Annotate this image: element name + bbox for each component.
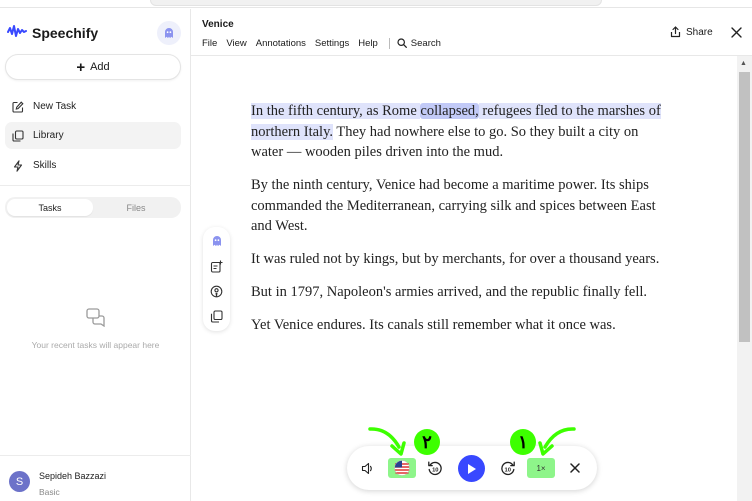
scroll-up-arrow-icon[interactable]: ▲ (740, 60, 747, 67)
empty-state-text: Your recent tasks will appear here (31, 340, 160, 350)
divider (0, 455, 191, 456)
skip-forward-amount: 10 (504, 468, 510, 474)
search-label: Search (410, 37, 441, 49)
rewind-10-icon: 10 (428, 461, 442, 476)
sidebar-item-skills[interactable]: Skills (5, 152, 181, 179)
paragraph[interactable]: It was ruled not by kings, but by mercha… (251, 249, 671, 270)
menu-view[interactable]: View (226, 38, 246, 49)
sidebar-item-label: Skills (33, 160, 57, 171)
menu-bar: File View Annotations Settings Help Sear… (202, 36, 441, 50)
address-bar-edge (150, 0, 602, 6)
share-icon (670, 26, 681, 38)
forward-10-icon: 10 (501, 461, 515, 476)
sidebar-item-library[interactable]: Library (5, 122, 181, 149)
play-button[interactable] (458, 455, 485, 482)
divider (0, 185, 191, 186)
library-icon (12, 129, 24, 142)
document-content: In the fifth century, as Rome collapsed,… (251, 101, 671, 348)
share-label: Share (686, 26, 713, 38)
share-button[interactable]: Share (670, 26, 713, 38)
add-button-label: Add (90, 61, 110, 73)
assistant-ghost-button[interactable] (157, 21, 181, 45)
annotation-arrow-speed (532, 424, 578, 465)
current-word-highlight: collapsed, (420, 103, 479, 119)
sidebar: Speechify + Add New Task Library Skills … (0, 9, 191, 501)
menu-annotations[interactable]: Annotations (256, 38, 306, 49)
paragraph[interactable]: Yet Venice endures. Its canals still rem… (251, 315, 671, 336)
add-note-tool[interactable] (209, 259, 224, 274)
highlighted-sentence-start: In the fifth century, as Rome (251, 103, 417, 119)
bolt-icon (13, 159, 23, 172)
search-button[interactable]: Search (397, 38, 441, 49)
ghost-icon (212, 235, 221, 246)
scrollbar-thumb[interactable] (739, 72, 750, 342)
sidebar-item-new-task[interactable]: New Task (5, 93, 181, 120)
document-title[interactable]: Venice (202, 19, 234, 30)
sidebar-item-label: New Task (33, 101, 77, 112)
podcast-icon (210, 285, 223, 298)
empty-state-icon-wrap (0, 307, 191, 332)
side-toolbar (203, 227, 230, 331)
menu-file[interactable]: File (202, 38, 217, 49)
annotation-arrow-voice (366, 424, 412, 465)
speechify-logo-icon (7, 24, 27, 43)
avatar[interactable]: S (9, 471, 30, 492)
play-icon (468, 463, 476, 474)
menu-settings[interactable]: Settings (315, 38, 349, 49)
menu-help[interactable]: Help (358, 38, 378, 49)
note-add-icon (210, 260, 223, 273)
skip-back-button[interactable]: 10 (426, 459, 444, 477)
skip-back-amount: 10 (432, 468, 438, 474)
assistant-tool[interactable] (209, 233, 224, 248)
user-name: Sepideh Bazzazi (39, 471, 107, 481)
copy-tool[interactable] (209, 309, 224, 324)
browser-top-strip (0, 0, 752, 8)
annotation-badge-voice: ٢ (414, 429, 440, 455)
speechify-app: Speechify + Add New Task Library Skills … (0, 0, 752, 501)
close-icon (730, 26, 742, 38)
brand[interactable]: Speechify (7, 23, 98, 43)
paragraph[interactable]: In the fifth century, as Rome collapsed,… (251, 101, 671, 163)
paragraph[interactable]: But in 1797, Napoleon's armies arrived, … (251, 282, 671, 303)
plus-icon: + (76, 58, 86, 76)
podcast-tool[interactable] (209, 284, 224, 299)
copy-icon (210, 310, 223, 323)
sidebar-tabs: Tasks Files (5, 197, 181, 218)
edit-icon (12, 100, 24, 113)
paragraph[interactable]: By the ninth century, Venice had become … (251, 175, 671, 237)
add-button[interactable]: + Add (5, 54, 181, 80)
chat-bubbles-icon (85, 308, 105, 328)
skip-forward-button[interactable]: 10 (499, 459, 517, 477)
tab-files[interactable]: Files (93, 199, 179, 216)
close-button[interactable] (729, 25, 743, 39)
search-icon (397, 38, 407, 48)
brand-name: Speechify (32, 25, 99, 41)
ghost-icon (165, 28, 173, 38)
user-plan: Basic (39, 487, 60, 497)
tab-tasks[interactable]: Tasks (7, 199, 93, 216)
sidebar-item-label: Library (33, 130, 64, 141)
divider (191, 55, 752, 56)
menu-divider (388, 37, 390, 49)
